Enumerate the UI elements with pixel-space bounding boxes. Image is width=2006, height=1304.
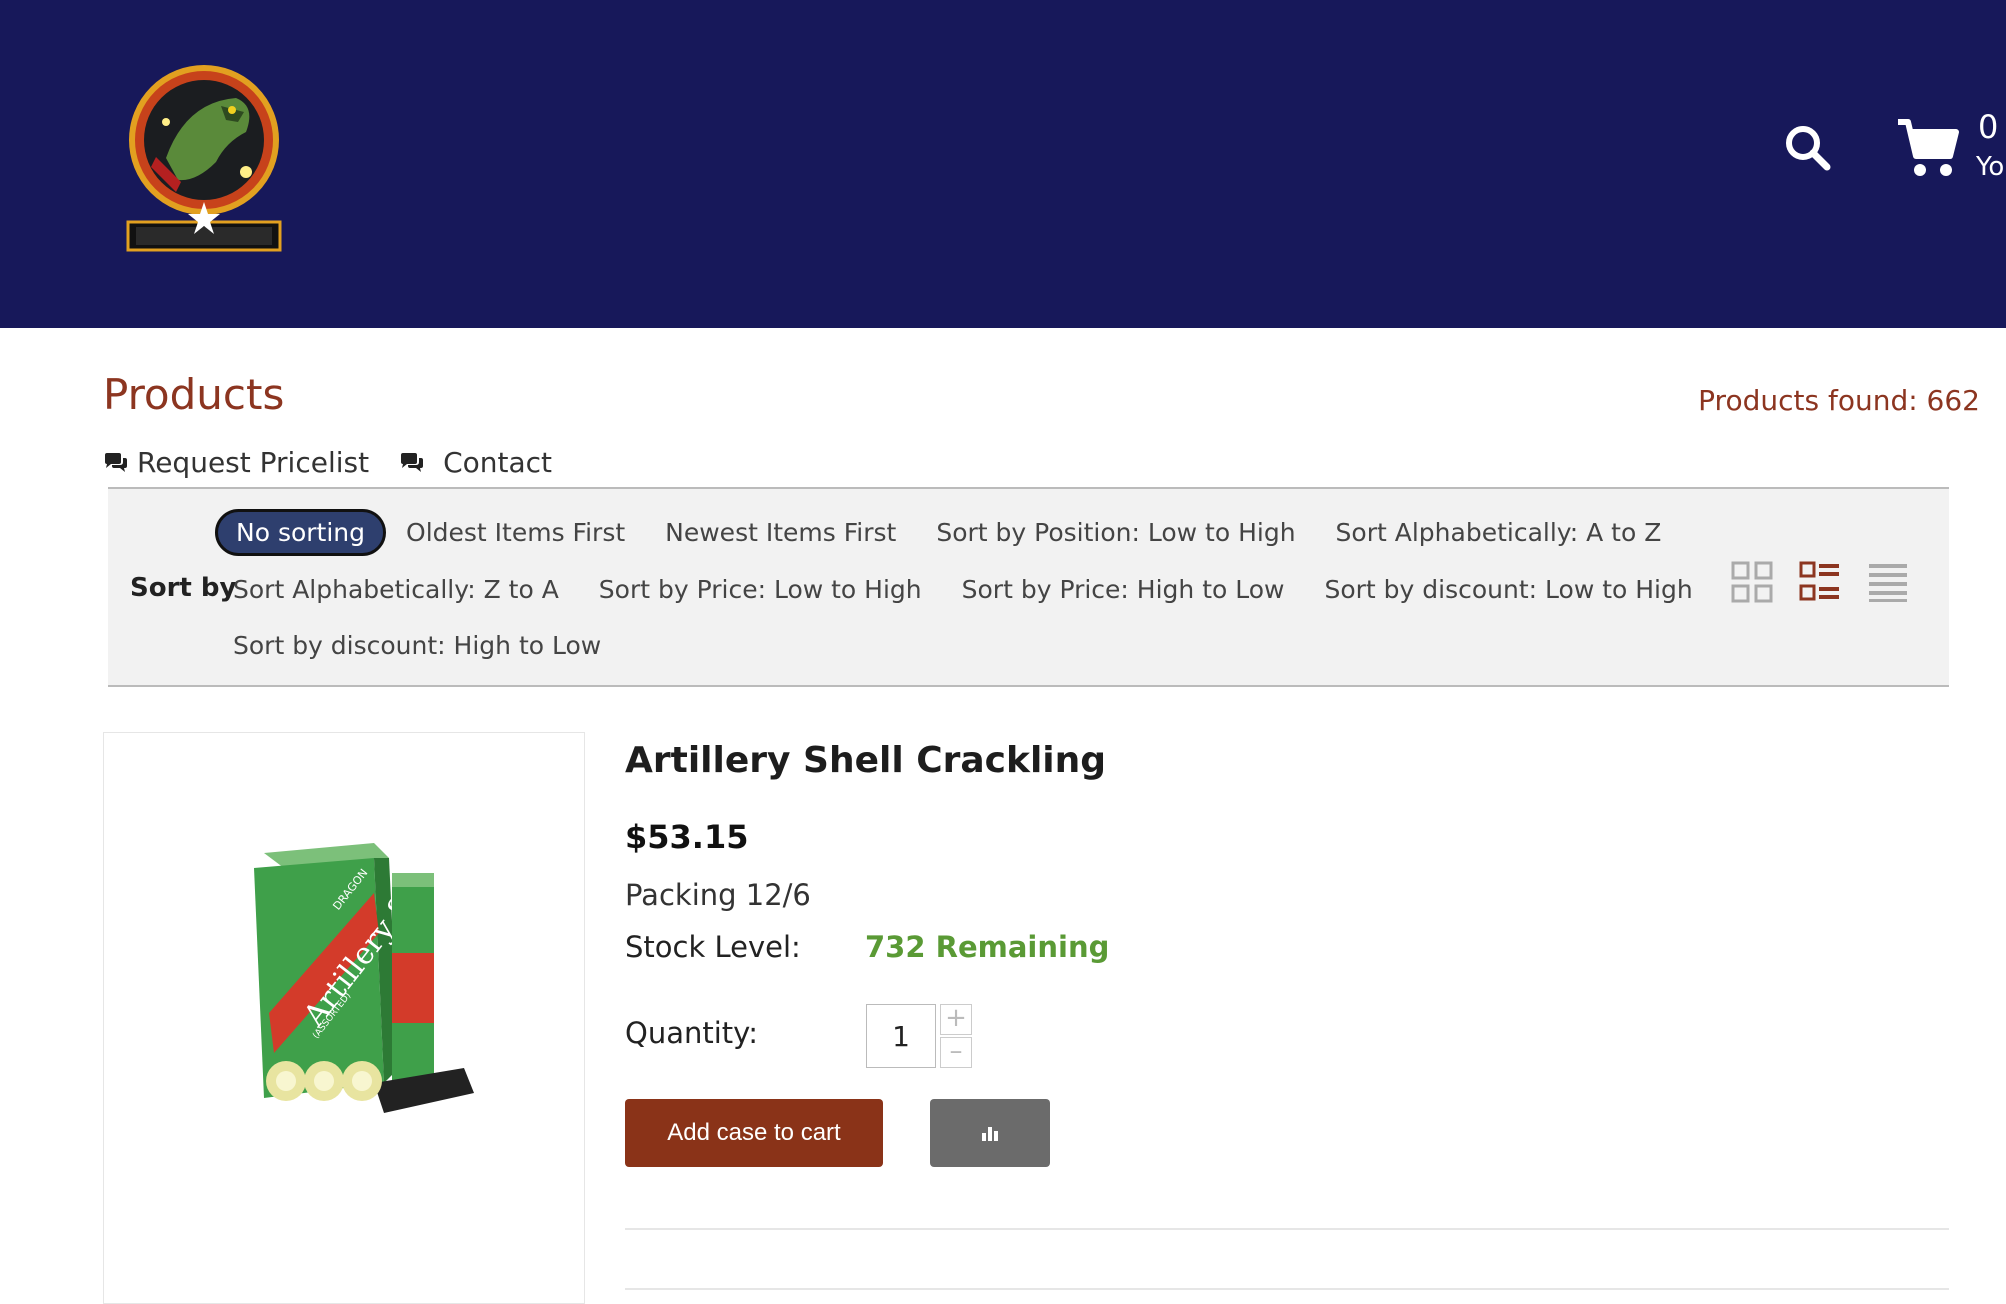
cart-subtext[interactable]: Yo	[1976, 152, 2004, 182]
sort-row-2: Sort Alphabetically: Z to A Sort by Pric…	[233, 575, 1733, 604]
request-pricelist-label: Request Pricelist	[137, 446, 370, 479]
product-image-card[interactable]: Artillery Shell DRAGON (ASSORTED)	[103, 732, 585, 1304]
quantity-decrement-button[interactable]: –	[940, 1037, 972, 1068]
sort-toolbar: Sort by No sorting Oldest Items First Ne…	[108, 487, 1949, 687]
sort-by-label: Sort by	[130, 573, 237, 603]
sort-option-oldest[interactable]: Oldest Items First	[406, 518, 625, 547]
sort-option-price-asc[interactable]: Sort by Price: Low to High	[599, 575, 922, 604]
chat-icon	[401, 452, 424, 472]
product-price: $53.15	[625, 818, 749, 856]
sort-option-position-asc[interactable]: Sort by Position: Low to High	[936, 518, 1295, 547]
quantity-input[interactable]: 1	[866, 1004, 936, 1068]
compare-button[interactable]	[930, 1099, 1050, 1167]
add-to-cart-button[interactable]: Add case to cart	[625, 1099, 883, 1167]
quantity-label: Quantity:	[625, 1016, 758, 1050]
action-links: Request Pricelist Contact	[103, 446, 552, 479]
sort-option-discount-desc[interactable]: Sort by discount: High to Low	[233, 631, 601, 660]
search-button[interactable]	[1782, 122, 1834, 174]
sort-option-alpha-asc[interactable]: Sort Alphabetically: A to Z	[1336, 518, 1662, 547]
stock-level-value: 732 Remaining	[865, 930, 1110, 964]
grid-view-icon[interactable]	[1731, 561, 1773, 603]
sort-option-discount-asc[interactable]: Sort by discount: Low to High	[1324, 575, 1692, 604]
contact-label: Contact	[443, 446, 553, 479]
divider	[625, 1228, 1949, 1230]
cart-button[interactable]	[1896, 116, 1960, 180]
products-found: Products found: 662	[1698, 384, 1980, 417]
product-name[interactable]: Artillery Shell Crackling	[625, 740, 1106, 781]
product-packing: Packing 12/6	[625, 878, 811, 912]
sort-row-1: No sorting Oldest Items First Newest Ite…	[215, 509, 1701, 556]
cart-count[interactable]: 0	[1978, 108, 1998, 146]
page-title: Products	[103, 370, 285, 419]
list-view-icon[interactable]	[1799, 561, 1841, 603]
sort-option-alpha-desc[interactable]: Sort Alphabetically: Z to A	[233, 575, 559, 604]
bar-chart-icon	[982, 1127, 998, 1141]
search-icon	[1786, 126, 1831, 171]
cart-icon	[1898, 119, 1959, 176]
view-switcher	[1731, 561, 1909, 603]
sort-option-no-sorting[interactable]: No sorting	[215, 509, 387, 556]
stock-level-label: Stock Level:	[625, 930, 801, 964]
product-image: Artillery Shell DRAGON (ASSORTED)	[254, 843, 474, 1113]
sort-row-3: Sort by discount: High to Low	[233, 631, 641, 660]
sort-option-newest[interactable]: Newest Items First	[665, 518, 896, 547]
logo-graphic	[126, 65, 282, 252]
site-logo[interactable]	[126, 62, 282, 258]
compact-view-icon[interactable]	[1867, 561, 1909, 603]
quantity-increment-button[interactable]: +	[940, 1004, 972, 1035]
chat-icon	[105, 452, 127, 472]
request-pricelist-link[interactable]: Request Pricelist	[103, 446, 369, 479]
sort-option-price-desc[interactable]: Sort by Price: High to Low	[962, 575, 1285, 604]
site-header: 0 Yo	[0, 0, 2006, 328]
contact-link[interactable]: Contact	[399, 446, 552, 479]
divider	[625, 1288, 1949, 1290]
